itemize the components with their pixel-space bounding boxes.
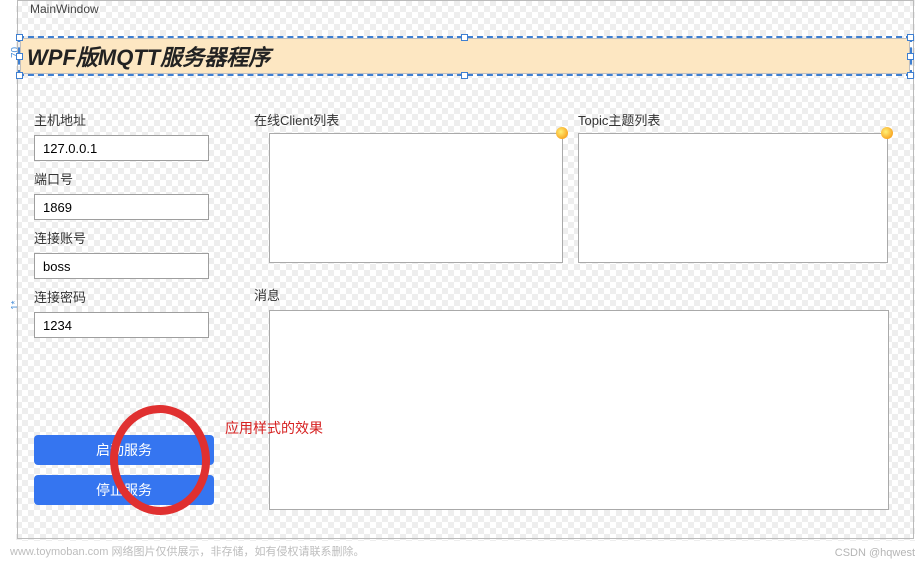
- listbox-topics[interactable]: [578, 133, 888, 263]
- button-area: 启动服务 停止服务: [34, 435, 214, 515]
- label-clients: 在线Client列表: [254, 110, 339, 129]
- designer-window-title: MainWindow: [30, 2, 99, 16]
- input-password[interactable]: [34, 312, 209, 338]
- selection-handle[interactable]: [16, 72, 23, 79]
- credit-text: CSDN @hqwest: [835, 547, 915, 559]
- messages-box[interactable]: [269, 310, 889, 510]
- selection-handle[interactable]: [16, 53, 23, 60]
- selection-handle[interactable]: [907, 53, 914, 60]
- label-password: 连接密码: [34, 287, 219, 306]
- watermark-text: www.toymoban.com 网络图片仅供展示，非存储，如有侵权请联系删除。: [10, 543, 364, 559]
- selection-handle[interactable]: [461, 72, 468, 79]
- label-account: 连接账号: [34, 228, 219, 247]
- listbox-clients[interactable]: [269, 133, 563, 263]
- label-messages: 消息: [254, 285, 280, 304]
- input-host[interactable]: [34, 135, 209, 161]
- ruler-vertical: 70 1*: [0, 0, 16, 541]
- input-port[interactable]: [34, 194, 209, 220]
- bulb-icon: [556, 127, 568, 139]
- field-account: 连接账号: [34, 228, 219, 279]
- field-port: 端口号: [34, 169, 219, 220]
- label-topics: Topic主题列表: [578, 110, 660, 129]
- selection-handle[interactable]: [907, 34, 914, 41]
- start-service-button[interactable]: 启动服务: [34, 435, 214, 465]
- label-host: 主机地址: [34, 110, 219, 129]
- config-form: 主机地址 端口号 连接账号 连接密码: [34, 110, 219, 346]
- main-window: WPF版MQTT服务器程序 主机地址 端口号 连接账号 连接密码 启动服务 停止…: [20, 10, 910, 536]
- app-title-bar[interactable]: WPF版MQTT服务器程序: [20, 38, 910, 74]
- label-port: 端口号: [34, 169, 219, 188]
- bulb-icon: [881, 127, 893, 139]
- input-account[interactable]: [34, 253, 209, 279]
- selection-handle[interactable]: [16, 34, 23, 41]
- stop-service-button[interactable]: 停止服务: [34, 475, 214, 505]
- selection-handle[interactable]: [461, 34, 468, 41]
- field-host: 主机地址: [34, 110, 219, 161]
- annotation-text: 应用样式的效果: [225, 418, 323, 438]
- selection-handle[interactable]: [907, 72, 914, 79]
- field-password: 连接密码: [34, 287, 219, 338]
- app-title-text: WPF版MQTT服务器程序: [27, 40, 270, 72]
